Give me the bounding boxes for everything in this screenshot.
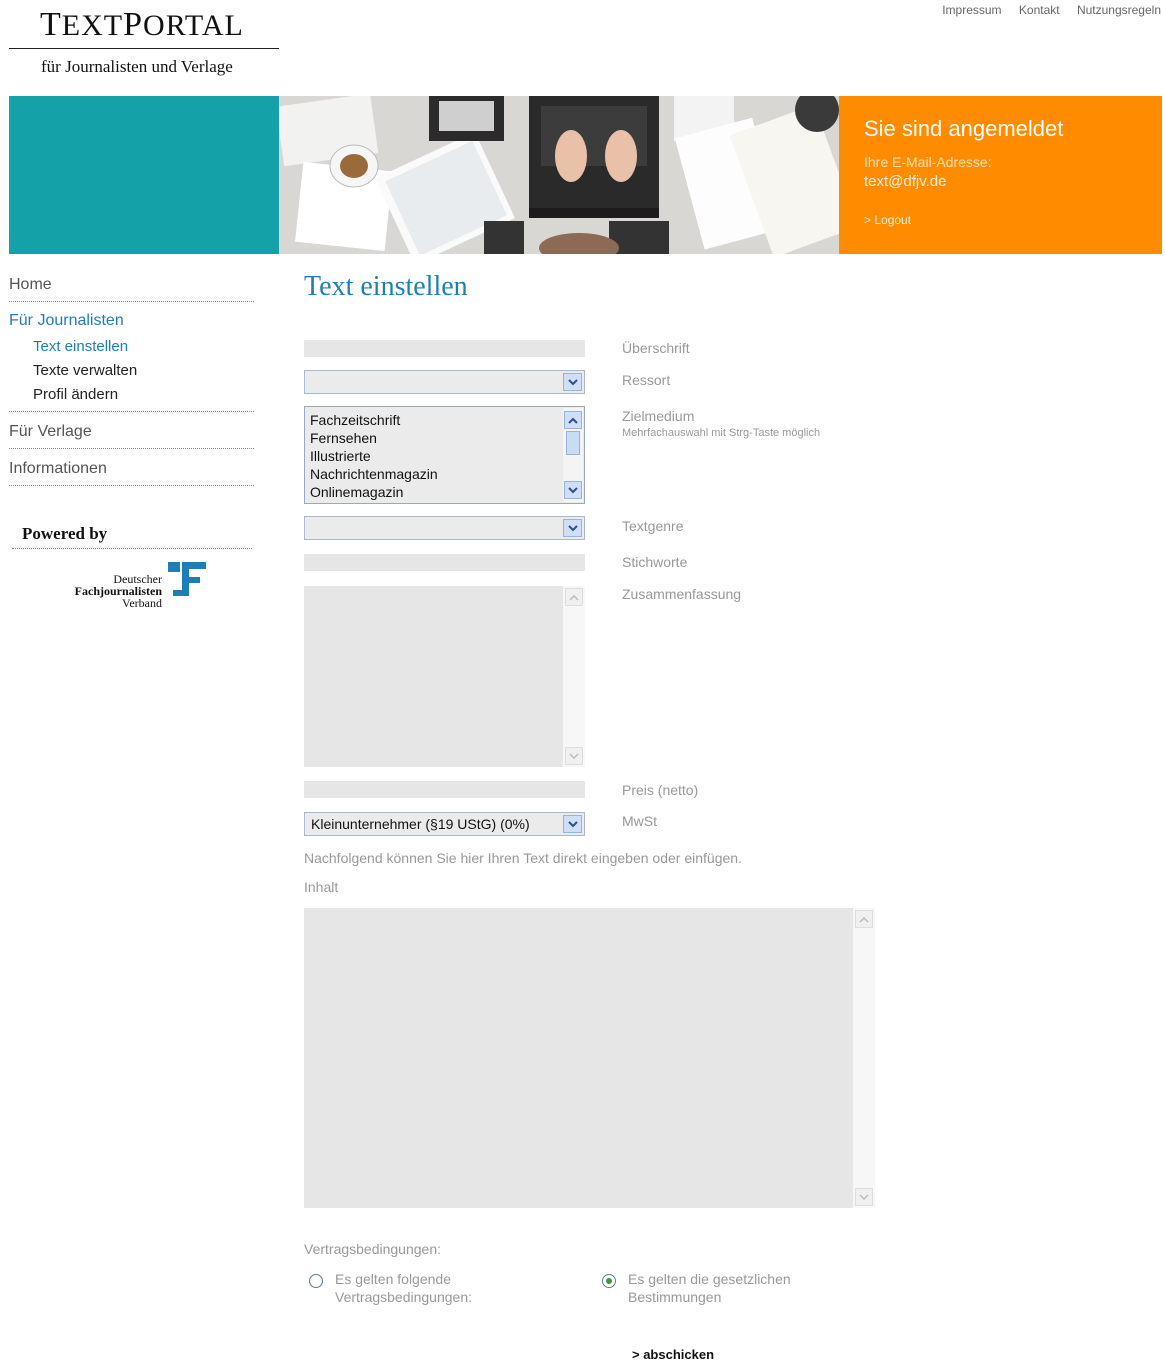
logout-link[interactable]: > Logout xyxy=(864,213,911,227)
vat-label: MwSt xyxy=(622,813,657,829)
dfjv-mark-icon xyxy=(168,562,206,596)
ressort-select[interactable] xyxy=(304,370,585,394)
radio-selected-dot xyxy=(606,1278,612,1284)
keywords-label: Stichworte xyxy=(622,554,688,570)
scroll-up-icon[interactable] xyxy=(565,588,583,606)
genre-label: Textgenre xyxy=(622,518,684,534)
target-medium-hint: Mehrfachauswahl mit Strg-Taste möglich xyxy=(622,427,821,439)
contract-radio-legal[interactable] xyxy=(602,1274,616,1288)
content-textarea[interactable] xyxy=(304,908,875,1208)
nav-journalists[interactable]: Für Journalisten xyxy=(9,312,124,330)
powered-by-heading: Powered by xyxy=(22,524,108,543)
price-label: Preis (netto) xyxy=(622,782,699,798)
vat-selected-value: Kleinunternehmer (§19 UStG) (0%) xyxy=(311,816,530,832)
desk-photo-illustration xyxy=(279,96,839,254)
summary-scrollbar[interactable] xyxy=(563,586,585,767)
ressort-label: Ressort xyxy=(622,372,671,388)
page-title: Text einstellen xyxy=(304,271,468,302)
dfjv-logo[interactable]: Deutscher Fachjournalisten Verband xyxy=(60,558,210,613)
login-title: Sie sind angemeldet xyxy=(864,116,1064,141)
price-input[interactable] xyxy=(304,781,585,798)
logo-divider xyxy=(9,48,279,49)
chevron-down-icon[interactable] xyxy=(563,373,582,391)
nav-divider xyxy=(9,485,254,486)
chevron-down-icon[interactable] xyxy=(563,519,582,537)
site-logo[interactable]: TEXTPORTAL xyxy=(40,6,244,44)
nav-sub-profil-aendern[interactable]: Profil ändern xyxy=(33,386,118,403)
scroll-up-icon[interactable] xyxy=(855,910,873,928)
contract-option-custom-line1: Es gelten folgende xyxy=(335,1271,451,1287)
vat-select[interactable]: Kleinunternehmer (§19 UStG) (0%) xyxy=(304,812,585,836)
target-medium-listbox[interactable]: Fachzeitschrift Fernsehen Illustrierte N… xyxy=(304,406,585,504)
content-label: Inhalt xyxy=(304,879,339,895)
logo-subtitle: für Journalisten und Verlage xyxy=(41,57,233,76)
email-value: text@dfjv.de xyxy=(864,173,947,190)
contract-option-legal-line1: Es gelten die gesetzlichen xyxy=(628,1271,791,1287)
listbox-option[interactable]: Fernsehen xyxy=(310,430,377,446)
contract-option-legal-label[interactable]: Es gelten die gesetzlichen Bestimmungen xyxy=(628,1270,791,1306)
genre-select[interactable] xyxy=(304,516,585,540)
nav-home[interactable]: Home xyxy=(9,276,52,294)
contract-option-legal-line2: Bestimmungen xyxy=(628,1289,722,1305)
scroll-down-icon[interactable] xyxy=(564,481,582,499)
banner-photo xyxy=(279,96,839,254)
logo-text-ext: EXT xyxy=(61,9,124,42)
banner-teal-block xyxy=(9,96,279,254)
login-status-box: Sie sind angemeldet Ihre E-Mail-Adresse:… xyxy=(839,96,1162,254)
email-label: Ihre E-Mail-Adresse: xyxy=(864,154,992,170)
nav-sub-text-einstellen[interactable]: Text einstellen xyxy=(33,338,128,355)
content-intro-text: Nachfolgend können Sie hier Ihren Text d… xyxy=(304,850,742,866)
nav-information[interactable]: Informationen xyxy=(9,460,107,478)
nav-sub-texte-verwalten[interactable]: Texte verwalten xyxy=(33,362,137,379)
listbox-scrollbar[interactable] xyxy=(563,408,583,502)
nav-divider xyxy=(9,411,254,412)
scroll-thumb[interactable] xyxy=(566,431,580,455)
scroll-down-icon[interactable] xyxy=(855,1188,873,1206)
submit-button[interactable]: > abschicken xyxy=(632,1347,714,1362)
contract-label: Vertragsbedingungen: xyxy=(304,1241,441,1257)
summary-textarea[interactable] xyxy=(304,586,585,767)
headline-input[interactable] xyxy=(304,340,585,357)
listbox-option[interactable]: Illustrierte xyxy=(310,448,371,464)
chevron-down-icon[interactable] xyxy=(563,815,582,833)
content-scrollbar[interactable] xyxy=(853,908,875,1208)
dfjv-logo-line3: Verband xyxy=(122,596,162,610)
scroll-up-icon[interactable] xyxy=(564,411,582,429)
nav-divider xyxy=(9,448,254,449)
nav-divider xyxy=(9,301,254,302)
contract-radio-custom[interactable] xyxy=(309,1274,323,1288)
contract-option-custom-label[interactable]: Es gelten folgende Vertragsbedingungen: xyxy=(335,1270,472,1306)
link-impressum[interactable]: Impressum xyxy=(942,3,1001,17)
powered-divider xyxy=(12,548,252,549)
logo-initial-p: P xyxy=(123,6,144,43)
headline-label: Überschrift xyxy=(622,340,690,356)
scroll-down-icon[interactable] xyxy=(565,747,583,765)
target-medium-label: Zielmedium xyxy=(622,408,695,424)
link-kontakt[interactable]: Kontakt xyxy=(1019,3,1060,17)
logo-initial-t: T xyxy=(40,6,62,43)
link-nutzungsregeln[interactable]: Nutzungsregeln xyxy=(1077,3,1161,17)
top-links: Impressum Kontakt Nutzungsregeln xyxy=(928,3,1161,17)
listbox-option[interactable]: Fachzeitschrift xyxy=(310,412,400,428)
nav-publishers[interactable]: Für Verlage xyxy=(9,423,92,441)
listbox-option[interactable]: Nachrichtenmagazin xyxy=(310,466,438,482)
logo-text-ortal: ORTAL xyxy=(143,9,244,42)
contract-option-custom-line2: Vertragsbedingungen: xyxy=(335,1289,472,1305)
listbox-option[interactable]: Onlinemagazin xyxy=(310,484,403,500)
keywords-input[interactable] xyxy=(304,554,585,571)
summary-label: Zusammenfassung xyxy=(622,586,742,602)
